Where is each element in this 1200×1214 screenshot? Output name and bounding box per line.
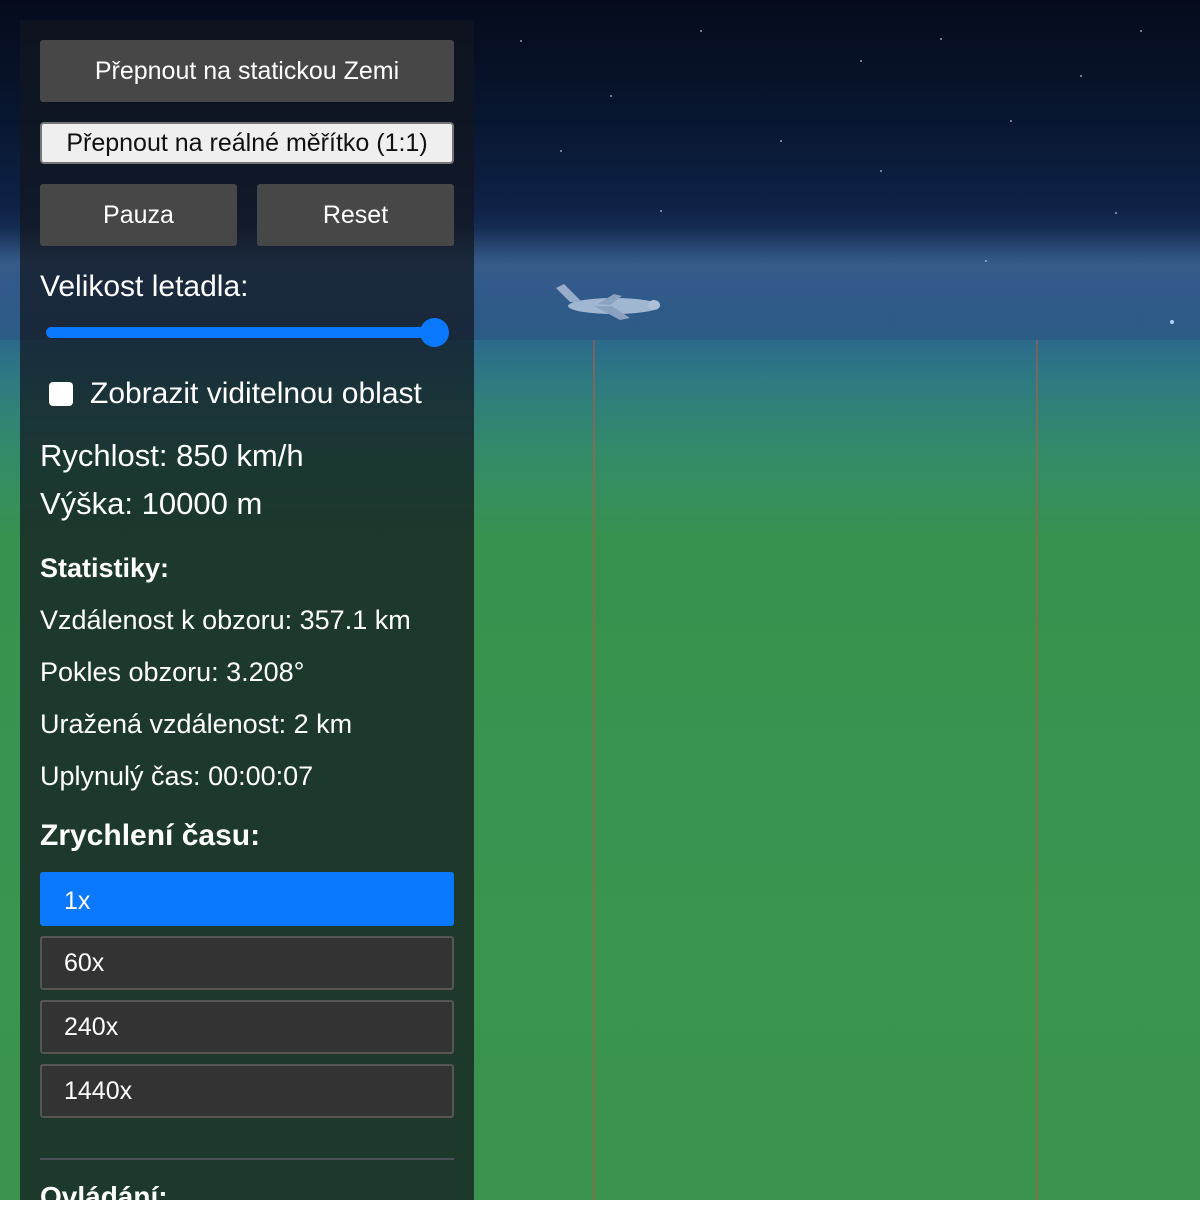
- star-icon: [985, 260, 987, 262]
- distance-traveled-stat: Uražená vzdálenost: 2 km: [40, 709, 353, 739]
- time-accel-240x-button[interactable]: 240x: [40, 1000, 454, 1054]
- meridian-line: [1036, 340, 1038, 1200]
- star-icon: [860, 60, 862, 62]
- switch-static-earth-button[interactable]: Přepnout na statickou Zemi: [40, 40, 454, 102]
- star-icon: [1010, 120, 1012, 122]
- star-icon: [1170, 320, 1174, 324]
- section-divider: [40, 1158, 454, 1160]
- switch-real-scale-button[interactable]: Přepnout na reálné měřítko (1:1): [40, 122, 454, 164]
- altitude-readout: Výška: 10000 m: [40, 486, 263, 521]
- star-icon: [1080, 75, 1082, 77]
- time-accel-60x-button[interactable]: 60x: [40, 936, 454, 990]
- horizon-distance-stat: Vzdálenost k obzoru: 357.1 km: [40, 605, 411, 635]
- time-accel-1x-button[interactable]: 1x: [40, 872, 454, 926]
- star-icon: [610, 95, 612, 97]
- star-icon: [520, 40, 522, 42]
- star-icon: [1115, 212, 1117, 214]
- horizon-drop-stat: Pokles obzoru: 3.208°: [40, 657, 305, 687]
- airplane-icon: [556, 284, 660, 320]
- star-icon: [780, 140, 782, 142]
- reset-button[interactable]: Reset: [257, 184, 454, 246]
- show-visible-area-toggle[interactable]: Zobrazit viditelnou oblast: [40, 374, 454, 414]
- star-icon: [940, 38, 942, 40]
- show-visible-area-checkbox[interactable]: [49, 382, 73, 406]
- plane-size-slider[interactable]: [40, 318, 454, 348]
- plane-size-label: Velikost letadla:: [40, 270, 249, 303]
- playback-controls: Pauza Reset: [40, 184, 454, 246]
- slider-track[interactable]: [46, 327, 446, 338]
- star-icon: [1140, 30, 1142, 32]
- meridian-line: [593, 340, 595, 1200]
- stats-heading: Statistiky:: [40, 553, 170, 583]
- time-accel-1440x-button[interactable]: 1440x: [40, 1064, 454, 1118]
- control-panel: Přepnout na statickou Zemi Přepnout na r…: [20, 20, 474, 1212]
- star-icon: [660, 210, 662, 212]
- show-visible-area-label: Zobrazit viditelnou oblast: [90, 377, 422, 410]
- star-icon: [700, 30, 702, 32]
- elapsed-time-stat: Uplynulý čas: 00:00:07: [40, 761, 314, 791]
- controls-heading: Ovládání:: [40, 1181, 168, 1212]
- speed-readout: Rychlost: 850 km/h: [40, 438, 304, 473]
- time-acceleration-heading: Zrychlení času:: [40, 819, 261, 852]
- star-icon: [880, 170, 882, 172]
- slider-thumb[interactable]: [420, 318, 449, 347]
- pause-button[interactable]: Pauza: [40, 184, 237, 246]
- star-icon: [560, 150, 562, 152]
